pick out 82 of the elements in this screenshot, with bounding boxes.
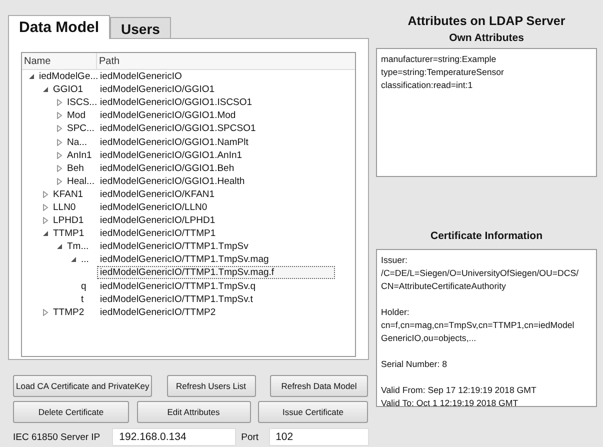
certificate-line: cn=f,cn=mag,cn=TmpSv,cn=TTMP1,cn=iedModel	[381, 319, 576, 332]
node-name[interactable]: GGIO1	[52, 84, 84, 96]
node-name[interactable]: Beh	[66, 162, 84, 174]
collapsed-arrow-icon[interactable]	[56, 138, 63, 146]
collapsed-arrow-icon[interactable]	[42, 308, 49, 316]
collapsed-arrow-icon[interactable]	[42, 190, 49, 198]
node-path[interactable]: iedModelGenericIO/KFAN1	[97, 188, 218, 201]
node-path[interactable]: iedModelGenericIO/GGIO1.Beh	[97, 162, 238, 175]
subsection-title: Own Attributes	[449, 32, 524, 44]
node-name[interactable]: q	[80, 280, 86, 292]
node-name[interactable]: LLN0	[52, 202, 76, 213]
node-name[interactable]: SPC...	[66, 123, 94, 134]
port-field[interactable]: 102	[268, 428, 369, 446]
node-path[interactable]: iedModelGenericIO/GGIO1.AnIn1	[97, 148, 246, 162]
node-path[interactable]: iedModelGenericIO/TTMP1.TmpSv.mag	[97, 253, 272, 266]
certificate-line: CN=AttributeCertificateAuthority	[381, 280, 507, 293]
collapsed-arrow-icon[interactable]	[56, 125, 63, 132]
attribute-line: classification:read=int:1	[381, 79, 474, 92]
node-name[interactable]: ISCS...	[66, 97, 98, 108]
collapsed-arrow-icon[interactable]	[42, 217, 49, 224]
node-path[interactable]: iedModelGenericIO/TTMP1.TmpSv	[97, 240, 252, 254]
expanded-arrow-icon[interactable]	[56, 243, 63, 250]
attribute-line: manufacturer=string:Example	[381, 53, 498, 66]
node-path[interactable]: iedModelGenericIO	[97, 70, 185, 84]
node-path[interactable]: iedModelGenericIO/LLN0	[97, 200, 210, 214]
node-name[interactable]: LPHD1	[52, 215, 84, 226]
certificate-line: GenericIO,ou=objects,...	[381, 332, 478, 345]
action-button[interactable]: Load CA Certificate and PrivateKey	[13, 375, 152, 397]
collapsed-arrow-icon[interactable]	[42, 204, 49, 211]
action-button[interactable]: Edit Attributes	[136, 401, 250, 423]
node-path[interactable]: iedModelGenericIO/GGIO1.Mod	[97, 109, 239, 122]
node-path[interactable]: iedModelGenericIO/TTMP1.TmpSv.t	[97, 292, 256, 306]
collapsed-arrow-icon[interactable]	[56, 152, 63, 159]
expanded-arrow-icon[interactable]	[70, 256, 77, 264]
subsection-title: Certificate Information	[430, 230, 542, 242]
node-name[interactable]: Tm...	[66, 241, 89, 252]
node-name[interactable]: Mod	[66, 110, 86, 122]
action-button[interactable]: Refresh Users List	[166, 375, 256, 397]
node-path[interactable]: iedModelGenericIO/LPHD1	[97, 214, 218, 228]
node-name[interactable]: t	[80, 294, 84, 305]
certificate-line: Valid From: Sep 17 12:19:19 2018 GMT	[381, 384, 538, 397]
node-name[interactable]: ...	[80, 254, 89, 266]
certificate-line: /C=DE/L=Siegen/O=UniversityOfSiegen/OU=DCS/	[381, 267, 580, 280]
node-name[interactable]: AnIn1	[66, 150, 92, 161]
attribute-line: type=string:TemperatureSensor	[381, 66, 505, 79]
server-ip-label: IEC 61850 Server IP	[13, 432, 100, 442]
node-path[interactable]: iedModelGenericIO/GGIO1.ISCSO1	[97, 96, 256, 110]
collapsed-arrow-icon[interactable]	[56, 164, 63, 172]
certificate-line: Valid To: Oct 1 12:19:19 2018 GMT	[381, 397, 520, 410]
node-name[interactable]: Heal...	[66, 176, 94, 187]
collapsed-arrow-icon[interactable]	[56, 178, 63, 185]
action-button[interactable]: Refresh Data Model	[270, 375, 368, 397]
node-name[interactable]: iedModelGe...	[38, 71, 98, 82]
expanded-arrow-icon[interactable]	[42, 86, 49, 94]
node-name[interactable]: TTMP1	[52, 228, 84, 240]
node-path[interactable]: iedModelGenericIO/GGIO1.SPCSO1	[97, 122, 259, 136]
section-title: Attributes on LDAP Server	[408, 14, 566, 28]
column-header[interactable]: Path	[97, 56, 120, 66]
port-label: Port	[241, 432, 259, 442]
node-path[interactable]: iedModelGenericIO/GGIO1	[97, 83, 218, 96]
node-path[interactable]: iedModelGenericIO/TTMP1.TmpSv.q	[97, 280, 259, 293]
expanded-arrow-icon[interactable]	[42, 230, 49, 238]
node-path[interactable]: iedModelGenericIO/TTMP1	[97, 227, 219, 240]
node-path[interactable]: iedModelGenericIO/TTMP2	[97, 306, 219, 319]
tab[interactable]: Data Model	[8, 15, 110, 39]
node-path[interactable]: iedModelGenericIO/GGIO1.Health	[97, 174, 248, 188]
node-name[interactable]: Na...	[66, 136, 88, 148]
expanded-arrow-icon[interactable]	[28, 73, 35, 80]
column-header[interactable]: Name	[22, 53, 97, 69]
action-button[interactable]: Delete Certificate	[13, 401, 129, 423]
server-ip-field[interactable]: 192.168.0.134	[112, 428, 236, 446]
node-path[interactable]: iedModelGenericIO/GGIO1.NamPlt	[97, 136, 252, 149]
tab[interactable]: Users	[110, 17, 171, 38]
node-name[interactable]: TTMP2	[52, 306, 84, 318]
collapsed-arrow-icon[interactable]	[56, 99, 63, 106]
certificate-line: Holder:	[381, 306, 410, 319]
collapsed-arrow-icon[interactable]	[56, 112, 63, 120]
node-path[interactable]: iedModelGenericIO/TTMP1.TmpSv.mag.f	[97, 266, 335, 280]
certificate-line: Issuer:	[381, 254, 408, 267]
action-button[interactable]: Issue Certificate	[258, 401, 368, 423]
node-name[interactable]: KFAN1	[52, 188, 84, 200]
certificate-line: Serial Number: 8	[381, 358, 448, 371]
